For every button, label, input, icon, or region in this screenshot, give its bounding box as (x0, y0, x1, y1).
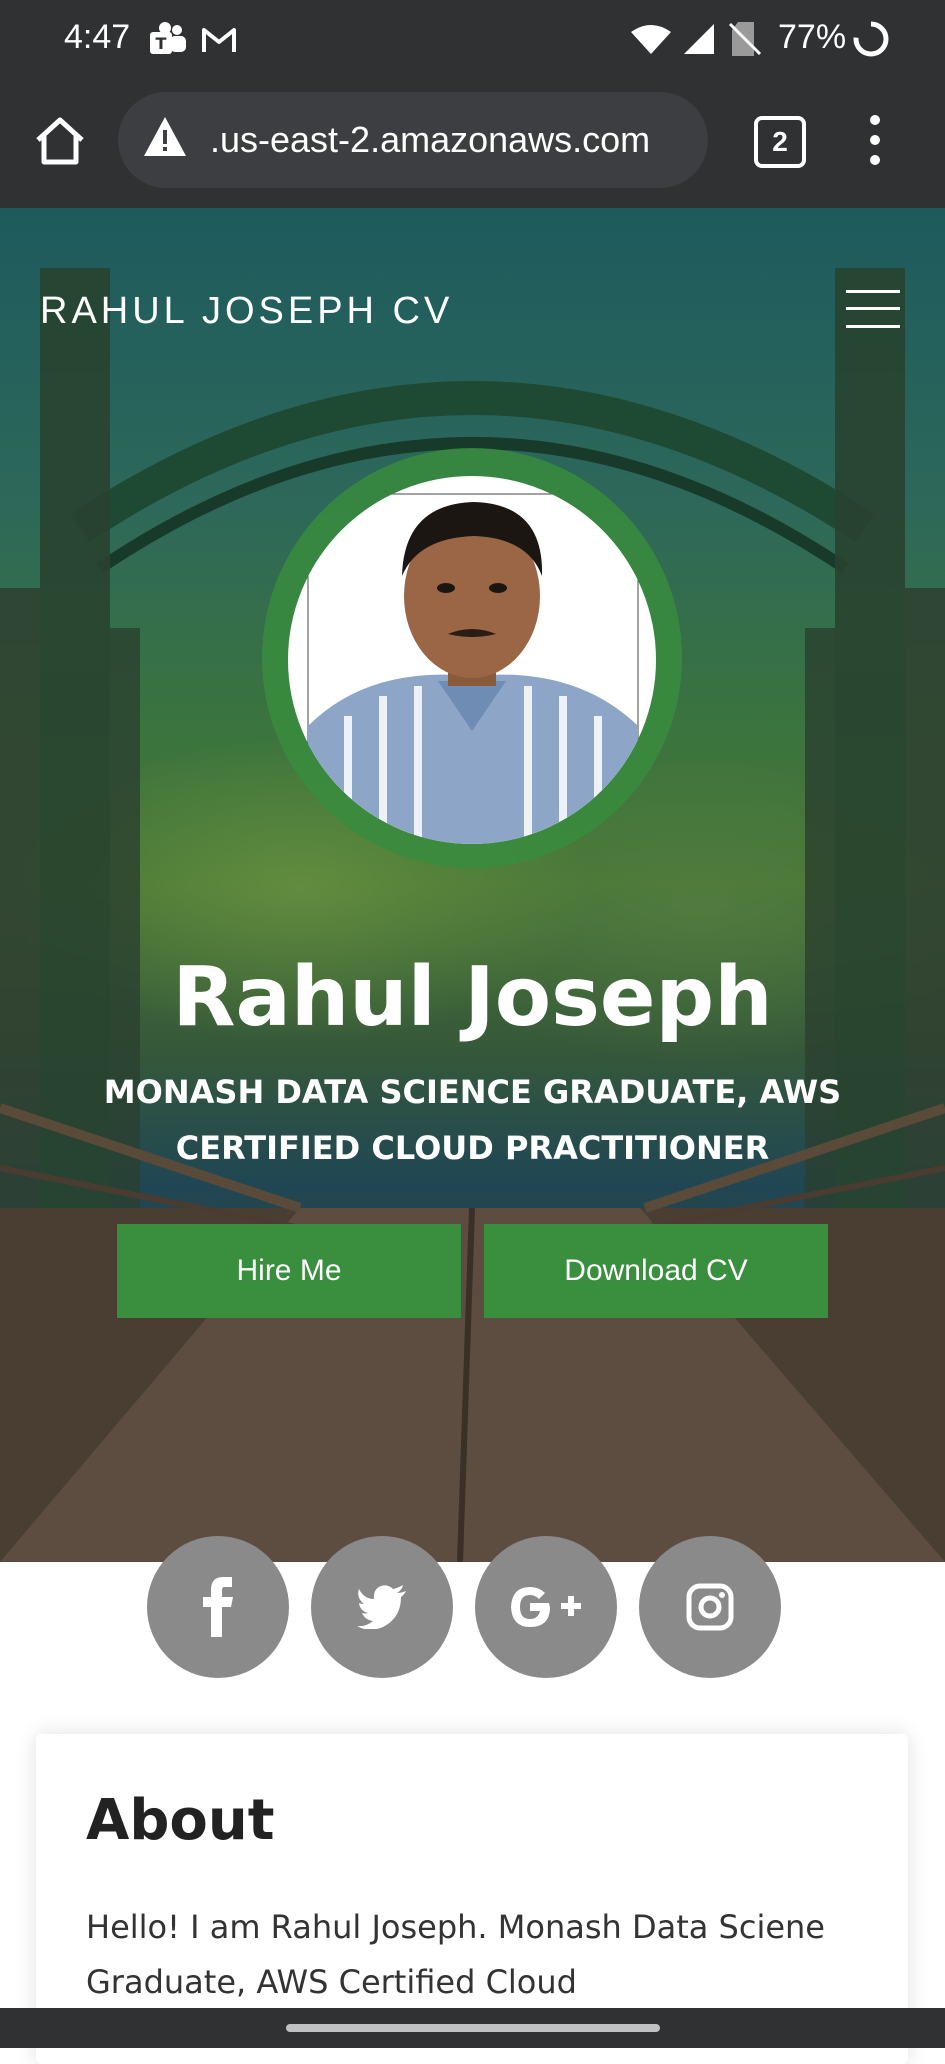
gmail-icon (202, 28, 236, 52)
status-bar: 4:47 T 77% (0, 0, 945, 82)
profile-photo (288, 476, 656, 844)
tab-switcher-button[interactable]: 2 (754, 116, 806, 168)
google-plus-button[interactable] (475, 1536, 617, 1678)
twitter-button[interactable] (311, 1536, 453, 1678)
hero-section (0, 208, 945, 1562)
twitter-icon (357, 1585, 406, 1629)
about-title: About (86, 1788, 275, 1853)
hero-subtitle: MONASH DATA SCIENCE GRADUATE, AWS CERTIF… (103, 1073, 842, 1167)
person-avatar-icon (307, 493, 639, 844)
hero-name: Rahul Joseph (172, 950, 773, 1045)
not-secure-warning-icon[interactable] (142, 114, 188, 160)
status-time: 4:47 (64, 18, 131, 56)
no-sim-icon (728, 22, 762, 56)
home-icon[interactable] (32, 112, 88, 168)
instagram-button[interactable] (639, 1536, 781, 1678)
signal-icon (684, 24, 714, 54)
about-text: Hello! I am Rahul Joseph. Monash Data Sc… (86, 1908, 825, 2001)
bridge-background-image (0, 268, 945, 1562)
hire-me-button[interactable]: Hire Me (117, 1224, 461, 1318)
battery-percent: 77% (778, 18, 847, 56)
download-cv-button[interactable]: Download CV (484, 1224, 828, 1318)
hamburger-menu-icon[interactable] (846, 288, 900, 330)
battery-icon (853, 21, 889, 57)
google-plus-icon (511, 1587, 581, 1627)
facebook-button[interactable] (147, 1536, 289, 1678)
more-options-icon[interactable] (860, 112, 890, 168)
gesture-handle[interactable] (286, 2024, 660, 2032)
svg-text:T: T (156, 34, 167, 53)
teams-icon: T (150, 22, 186, 54)
instagram-icon (686, 1583, 734, 1631)
wifi-icon (631, 25, 671, 54)
facebook-icon (203, 1577, 233, 1637)
site-brand[interactable]: RAHUL JOSEPH CV (40, 290, 453, 333)
url-text[interactable]: .us-east-2.amazonaws.com (210, 112, 698, 168)
